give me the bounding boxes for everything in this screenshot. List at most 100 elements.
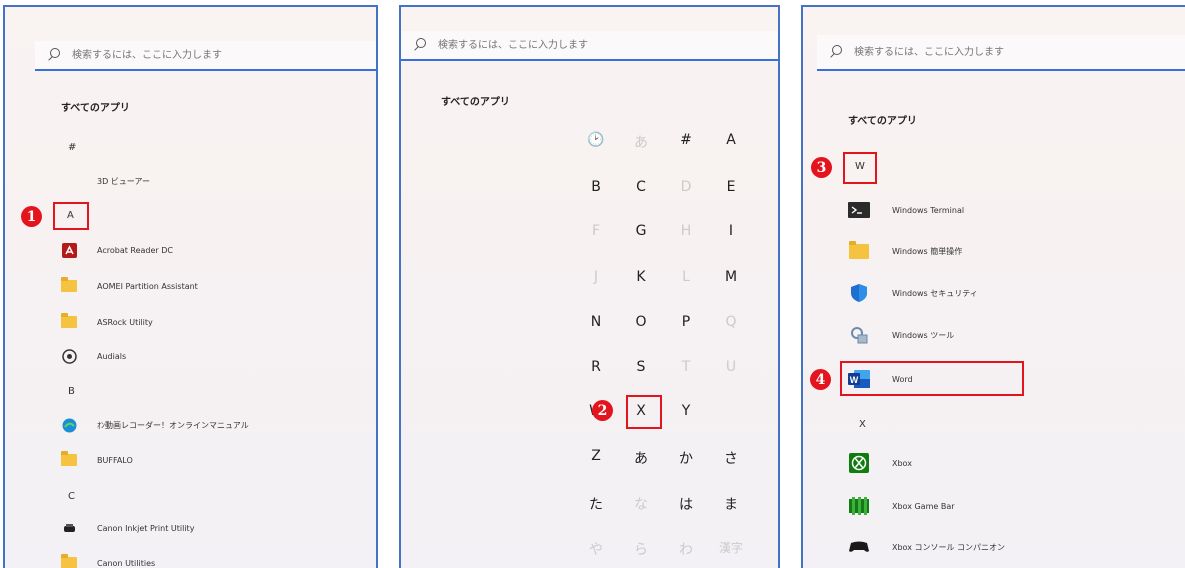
app-windows-accessibility[interactable]: Windows 簡単操作: [848, 240, 962, 261]
letter-header-b[interactable]: B: [68, 386, 75, 397]
letter-grid-cell[interactable]: G: [626, 223, 656, 239]
printer-icon: [61, 520, 77, 536]
letter-grid-cell[interactable]: あ: [626, 448, 656, 468]
all-apps-heading: すべてのアプリ: [441, 97, 510, 108]
search-icon: [47, 48, 61, 62]
app-label: ASRock Utility: [97, 317, 153, 327]
letter-grid-cell[interactable]: あ: [626, 132, 656, 152]
edge-icon: [61, 417, 77, 433]
letter-grid-cell[interactable]: L: [671, 269, 701, 285]
all-apps-heading: すべてのアプリ: [61, 103, 130, 114]
letter-grid-cell[interactable]: ま: [716, 494, 746, 514]
letter-grid-cell[interactable]: や: [581, 539, 611, 559]
app-3d-viewer[interactable]: 3D ビューアー: [61, 171, 150, 191]
letter-grid-cell[interactable]: さ: [716, 448, 746, 468]
shield-icon: [848, 284, 870, 302]
start-menu-panel-1: すべてのアプリ # 3D ビューアー 1 A Acrobat Reader DC…: [3, 5, 378, 568]
app-aomei-partition-assistant[interactable]: AOMEI Partition Assistant: [61, 276, 198, 296]
app-xbox-console-companion[interactable]: Xbox コンソール コンパニオン: [848, 537, 1005, 557]
letter-header-x[interactable]: X: [859, 419, 866, 430]
app-label: Audials: [97, 351, 127, 361]
search-input[interactable]: [852, 45, 1116, 59]
letter-grid-cell[interactable]: M: [716, 269, 746, 285]
app-xbox-game-bar[interactable]: Xbox Game Bar: [848, 496, 955, 516]
callout-4: 4: [810, 369, 831, 390]
letter-grid-cell[interactable]: F: [581, 223, 611, 239]
app-canon-utilities[interactable]: Canon Utilities: [61, 553, 155, 568]
letter-grid-cell[interactable]: 🕑: [581, 132, 611, 148]
app-windows-terminal[interactable]: Windows Terminal: [848, 200, 964, 220]
letter-grid-cell[interactable]: E: [716, 179, 746, 195]
letter-header-a[interactable]: A: [67, 210, 74, 221]
search-icon: [829, 45, 843, 59]
callout-3: 3: [811, 157, 832, 178]
app-windows-security[interactable]: Windows セキュリティ: [848, 283, 978, 303]
letter-header-w[interactable]: W: [855, 161, 865, 172]
letter-header-hash[interactable]: #: [68, 142, 76, 153]
terminal-icon: [848, 202, 870, 218]
letter-grid-cell[interactable]: O: [626, 314, 656, 330]
letter-grid-cell[interactable]: R: [581, 359, 611, 375]
letter-grid-cell[interactable]: Z: [581, 448, 611, 464]
letter-grid-cell[interactable]: N: [581, 314, 611, 330]
letter-grid-cell[interactable]: I: [716, 223, 746, 239]
xbox-controller-icon: [848, 539, 870, 555]
app-label: Windows ツール: [892, 330, 955, 340]
letter-grid-cell[interactable]: H: [671, 223, 701, 239]
folder-icon: [848, 240, 870, 259]
letter-grid-cell[interactable]: B: [581, 179, 611, 195]
cube-3d-icon: [61, 173, 77, 189]
letter-grid-cell[interactable]: K: [626, 269, 656, 285]
app-canon-inkjet-print-utility[interactable]: Canon Inkjet Print Utility: [61, 518, 194, 538]
letter-grid-cell[interactable]: D: [671, 179, 701, 195]
app-label: Windows Terminal: [892, 205, 965, 215]
search-box[interactable]: [35, 41, 376, 71]
tools-icon: [848, 327, 870, 344]
letter-grid-cell[interactable]: U: [716, 359, 746, 375]
app-label: Canon Inkjet Print Utility: [97, 523, 195, 533]
letter-grid-cell[interactable]: わ: [671, 539, 701, 559]
folder-icon: [61, 554, 77, 568]
app-label: Word: [892, 374, 913, 384]
letter-grid-cell[interactable]: A: [716, 132, 746, 148]
app-windows-tools[interactable]: Windows ツール: [848, 325, 954, 345]
search-input[interactable]: [70, 48, 334, 62]
letter-grid-cell[interactable]: P: [671, 314, 701, 330]
letter-grid-cell[interactable]: #: [671, 132, 701, 148]
start-menu-panel-2: すべてのアプリ 🕑あ#ABCDEFGHIJKLMNOPQRSTUWXYZあかさた…: [399, 5, 780, 568]
app-label: BUFFALO: [97, 455, 133, 465]
highlight-box-w: [626, 395, 662, 429]
app-buffalo[interactable]: BUFFALO: [61, 450, 133, 470]
letter-grid-cell[interactable]: か: [671, 448, 701, 468]
app-video-recorder-manual[interactable]: ｵﾝ動画レコーダー！オンラインマニュアル: [61, 415, 249, 435]
letter-grid-cell[interactable]: ら: [626, 539, 656, 559]
acrobat-icon: [61, 242, 77, 258]
letter-grid-cell[interactable]: は: [671, 494, 701, 514]
letter-grid-cell[interactable]: な: [626, 494, 656, 514]
xbox-icon: [848, 453, 870, 473]
search-input[interactable]: [436, 38, 700, 52]
callout-2: 2: [592, 400, 613, 421]
app-acrobat-reader[interactable]: Acrobat Reader DC: [61, 240, 173, 260]
letter-grid-cell[interactable]: S: [626, 359, 656, 375]
app-label: 3D ビューアー: [97, 176, 150, 186]
letter-grid-cell[interactable]: Y: [671, 403, 701, 419]
letter-grid-cell[interactable]: 漢字: [716, 539, 746, 556]
app-word[interactable]: W Word: [848, 369, 913, 389]
letter-grid-cell[interactable]: Q: [716, 314, 746, 330]
folder-icon: [61, 451, 77, 468]
search-box[interactable]: [817, 35, 1185, 71]
letter-grid-cell[interactable]: J: [581, 269, 611, 285]
letter-header-c[interactable]: C: [68, 491, 75, 502]
word-icon: W: [848, 370, 870, 388]
all-apps-heading: すべてのアプリ: [848, 116, 917, 127]
app-xbox[interactable]: Xbox: [848, 453, 912, 473]
app-audials[interactable]: Audials: [61, 346, 126, 366]
search-box[interactable]: [401, 31, 778, 61]
app-label: Canon Utilities: [97, 558, 156, 568]
app-asrock-utility[interactable]: ASRock Utility: [61, 312, 153, 332]
letter-grid-cell[interactable]: T: [671, 359, 701, 375]
audials-icon: [61, 348, 77, 364]
letter-grid-cell[interactable]: た: [581, 494, 611, 514]
letter-grid-cell[interactable]: C: [626, 179, 656, 195]
